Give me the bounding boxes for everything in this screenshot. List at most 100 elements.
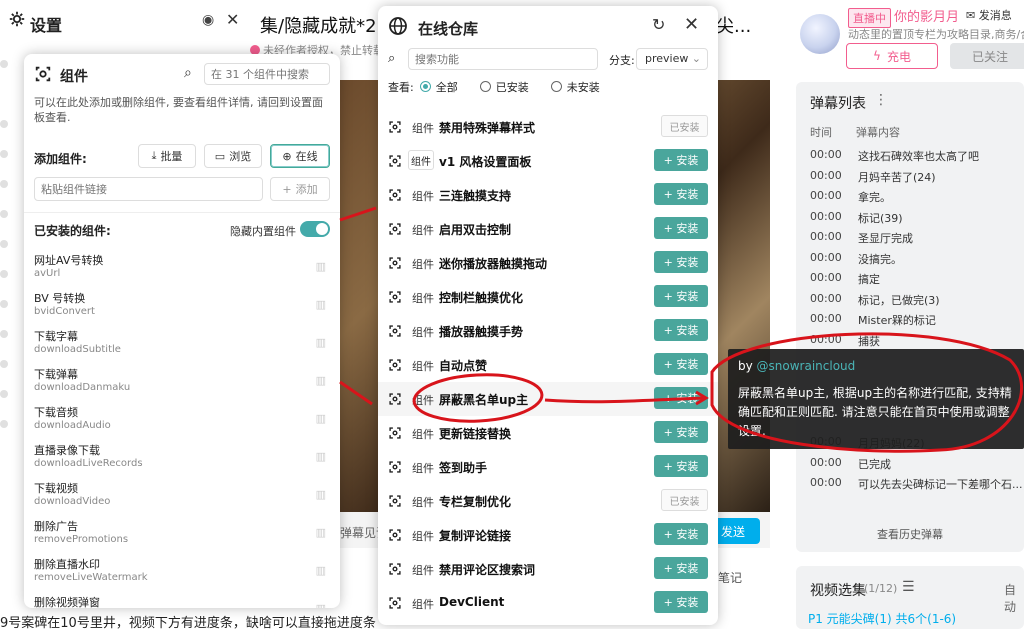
component-id: avUrl: [34, 268, 61, 279]
install-button[interactable]: + 安装: [654, 455, 708, 477]
store-item[interactable]: 组件 复制评论链接 + 安装: [378, 518, 718, 552]
trash-icon[interactable]: ▥: [316, 488, 326, 501]
browse-button[interactable]: ▭ 浏览: [204, 144, 262, 168]
trash-icon[interactable]: ▥: [316, 298, 326, 311]
store-item[interactable]: 组件 播放器触摸手势 + 安装: [378, 314, 718, 348]
danmaku-row[interactable]: 00:00 可以先去尖碑标记一下差哪个石...: [810, 476, 1024, 497]
danmaku-row[interactable]: 00:00 这找石碑效率也太高了吧: [810, 148, 1024, 169]
trash-icon[interactable]: ▥: [316, 526, 326, 539]
install-button[interactable]: + 安装: [654, 353, 708, 375]
filter-label: 查看:: [388, 81, 414, 94]
danmaku-time: 00:00: [810, 148, 842, 161]
filter-all-radio[interactable]: 全部: [419, 79, 458, 95]
store-item[interactable]: 组件 屏蔽黑名单up主 + 安装: [378, 382, 718, 416]
store-item-name: 迷你播放器触摸拖动: [439, 257, 548, 271]
store-item[interactable]: 组件 签到助手 + 安装: [378, 450, 718, 484]
danmaku-row[interactable]: 00:00 标记(39): [810, 210, 1024, 231]
batch-button[interactable]: ⤓ 批量: [138, 144, 196, 168]
close-icon[interactable]: ✕: [226, 10, 239, 29]
trash-icon[interactable]: ▥: [316, 450, 326, 463]
add-link-button[interactable]: + 添加: [270, 177, 330, 201]
danmaku-row[interactable]: 00:00 搞定: [810, 271, 1024, 292]
store-item[interactable]: 组件 迷你播放器触摸拖动 + 安装: [378, 246, 718, 280]
store-item-name: DevClient: [439, 595, 505, 609]
component-name: 下载字幕: [34, 330, 78, 343]
store-item[interactable]: 组件 控制栏触摸优化 + 安装: [378, 280, 718, 314]
danmaku-row[interactable]: 00:00 圣显厅完成: [810, 230, 1024, 251]
install-button[interactable]: + 安装: [654, 387, 708, 409]
danmaku-row[interactable]: 00:00 拿完。: [810, 189, 1024, 210]
up-avatar[interactable]: [800, 14, 840, 54]
install-button[interactable]: + 安装: [654, 591, 708, 613]
message-button[interactable]: ✉ 发消息: [966, 7, 1012, 23]
install-button[interactable]: + 安装: [654, 523, 708, 545]
component-link-input[interactable]: [34, 177, 263, 201]
store-item[interactable]: 组件 DevClient + 安装: [378, 586, 718, 620]
component-icon: [389, 189, 401, 201]
settings-panel: 设置 ◉ ✕: [0, 0, 250, 45]
close-icon[interactable]: ✕: [684, 14, 699, 35]
trash-icon[interactable]: ▥: [316, 374, 326, 387]
install-button[interactable]: + 安装: [654, 149, 708, 171]
live-badge[interactable]: 直播中: [848, 8, 891, 28]
component-tag: 组件: [412, 292, 434, 305]
playlist-item[interactable]: P1 元能尖碑(1) 共6个(1-6): [808, 610, 956, 627]
danmaku-history-button[interactable]: 查看历史弹幕: [796, 526, 1024, 542]
hide-builtin-toggle[interactable]: [300, 221, 330, 237]
store-item[interactable]: 组件 v1 风格设置面板 + 安装: [378, 144, 718, 178]
component-icon: [389, 155, 401, 167]
follow-button[interactable]: 已关注: [950, 43, 1024, 69]
store-item[interactable]: 组件 专栏复制优化 已安装: [378, 484, 718, 518]
search-icon: ⌕: [388, 51, 396, 66]
trash-icon[interactable]: ▥: [316, 412, 326, 425]
trash-icon[interactable]: ▥: [316, 336, 326, 349]
sidebar-dot: [0, 360, 8, 368]
component-name: 下载弹幕: [34, 368, 78, 381]
plus-icon: +: [282, 182, 292, 196]
danmaku-row[interactable]: 00:00 Mister槑的标记: [810, 312, 1024, 333]
store-item[interactable]: 组件 禁用评论区搜索词 + 安装: [378, 552, 718, 586]
search-icon[interactable]: ⌕: [184, 65, 192, 81]
store-item[interactable]: 组件 禁用特殊弹幕样式 已安装: [378, 110, 718, 144]
danmaku-row[interactable]: 00:00 月妈辛苦了(24): [810, 169, 1024, 190]
store-item[interactable]: 组件 自动点赞 + 安装: [378, 348, 718, 382]
store-item-name: 三连触摸支持: [439, 189, 512, 203]
install-button[interactable]: + 安装: [654, 285, 708, 307]
store-item[interactable]: 组件 启用双击控制 + 安装: [378, 212, 718, 246]
danmaku-list-title[interactable]: 弹幕列表: [810, 93, 866, 113]
components-search-input[interactable]: [204, 63, 330, 85]
install-button[interactable]: + 安装: [654, 319, 708, 341]
install-button[interactable]: + 安装: [654, 217, 708, 239]
trash-icon[interactable]: ▥: [316, 260, 326, 273]
filter-not-installed-radio[interactable]: 未安装: [550, 79, 600, 95]
author-link[interactable]: @snowraincloud: [757, 359, 856, 373]
danmaku-row[interactable]: 00:00 没搞完。: [810, 251, 1024, 272]
charge-button[interactable]: ϟ 充电: [846, 43, 938, 69]
eye-icon[interactable]: ◉: [202, 12, 214, 28]
online-button[interactable]: ⊕ 在线: [270, 144, 330, 168]
store-item[interactable]: 组件 三连触摸支持 + 安装: [378, 178, 718, 212]
more-icon[interactable]: ⋮: [874, 92, 888, 108]
component-name: 下载音频: [34, 406, 78, 419]
component-tag: 组件: [412, 360, 434, 373]
playlist-count: (1/12): [864, 582, 898, 595]
filter-installed-radio[interactable]: 已安装: [479, 79, 529, 95]
store-item[interactable]: 组件 更新链接替换 + 安装: [378, 416, 718, 450]
list-icon[interactable]: ☰: [902, 579, 915, 595]
install-button[interactable]: + 安装: [654, 251, 708, 273]
install-button[interactable]: + 安装: [654, 183, 708, 205]
install-button[interactable]: + 安装: [654, 557, 708, 579]
notes-button[interactable]: 笔记: [718, 569, 742, 586]
tooltip-text: 屏蔽黑名单up主, 根据up主的名称进行匹配, 支持精确匹配和正则匹配. 请注意…: [738, 386, 1012, 438]
refresh-icon[interactable]: ↻: [652, 15, 665, 34]
trash-icon[interactable]: ▥: [316, 602, 326, 608]
autoplay-label[interactable]: 自动: [1004, 581, 1024, 615]
branch-select[interactable]: preview ⌄: [636, 48, 708, 70]
globe-icon: [389, 17, 407, 35]
install-button[interactable]: + 安装: [654, 421, 708, 443]
up-name[interactable]: 你的影月月: [894, 6, 959, 25]
store-search-input[interactable]: [408, 48, 598, 70]
trash-icon[interactable]: ▥: [316, 564, 326, 577]
danmaku-row[interactable]: 00:00 标记，已做完(3): [810, 292, 1024, 313]
danmaku-row[interactable]: 00:00 已完成: [810, 456, 1024, 477]
